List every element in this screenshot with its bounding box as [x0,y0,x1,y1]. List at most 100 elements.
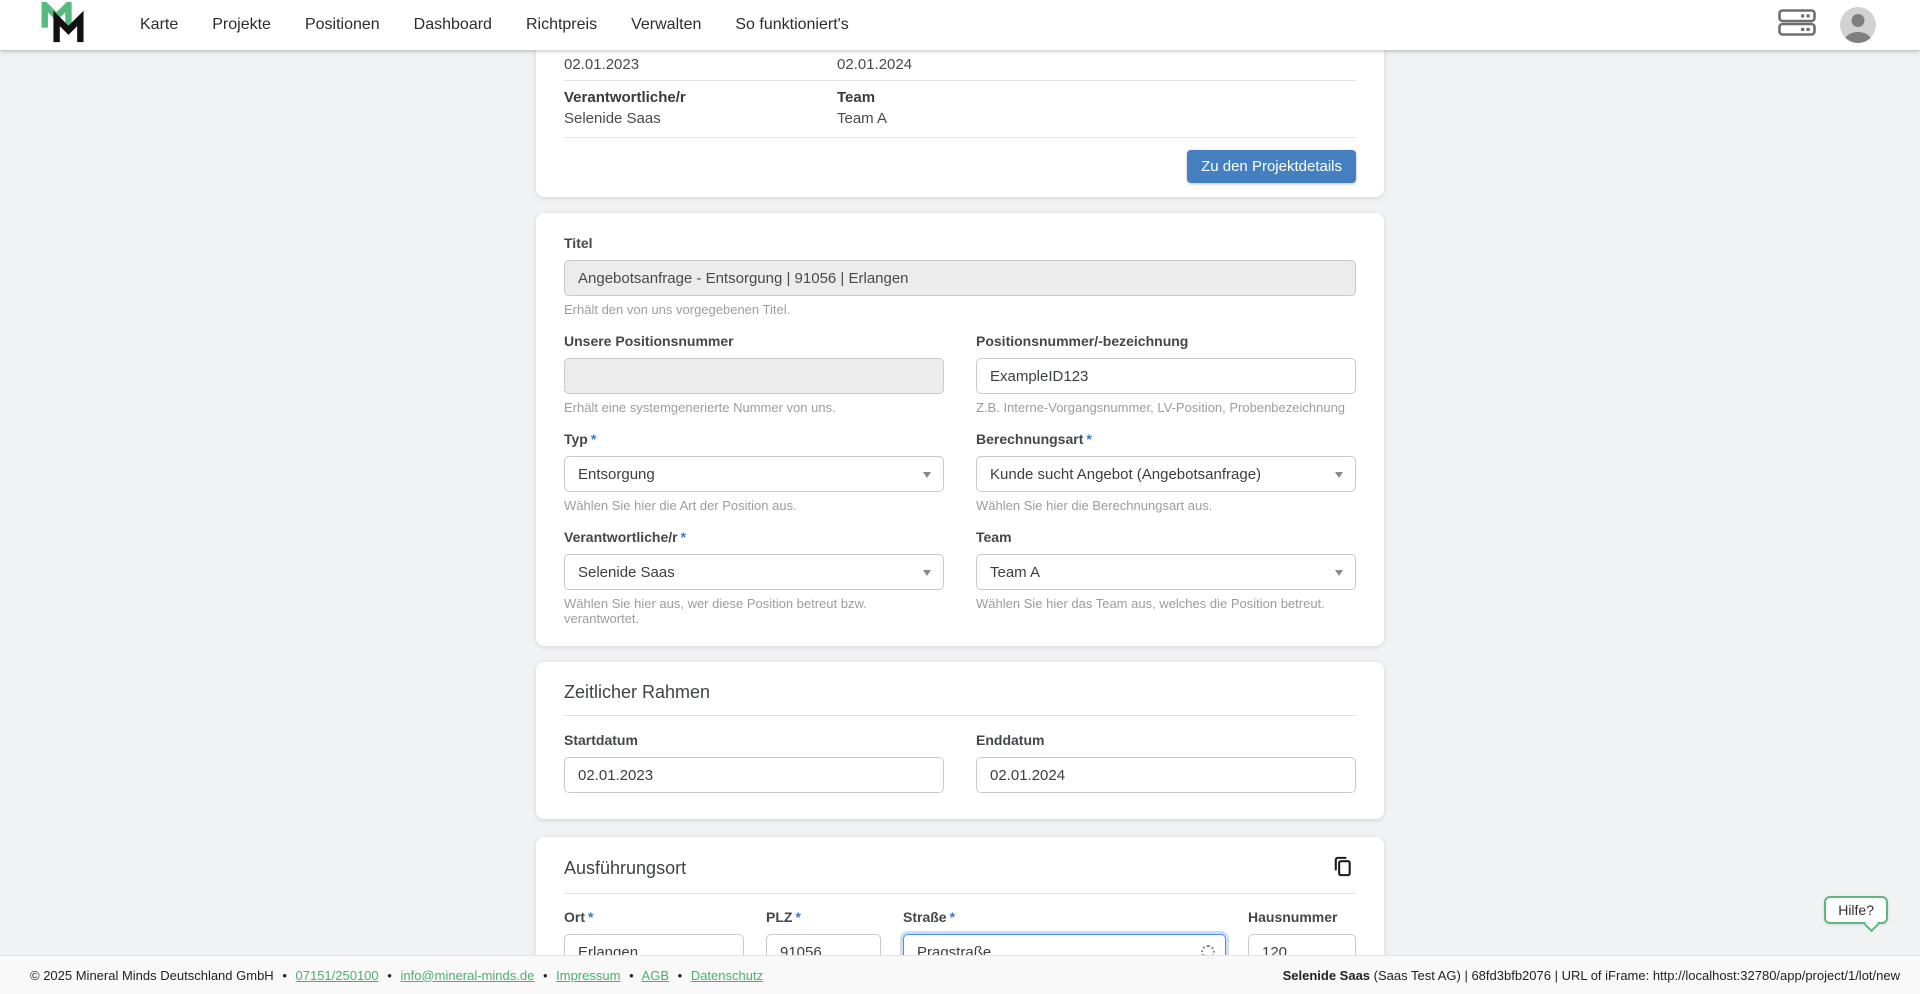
verantwortlicher-helper: Wählen Sie hier aus, wer diese Position … [564,596,944,626]
footer-phone-link[interactable]: 07151/250100 [296,968,379,983]
footer-user-name: Selenide Saas [1283,968,1370,983]
nav-item-so-funktionierts[interactable]: So funktioniert's [735,16,848,34]
position-form-card: Titel Erhält den von uns vorgegebenen Ti… [536,213,1384,646]
our-number-label: Unsere Positionsnummer [564,333,944,349]
team-helper: Wählen Sie hier das Team aus, welches di… [976,596,1356,611]
footer-session-details: (Saas Test AG) | 68fd3bfb2076 | URL of i… [1370,968,1900,983]
startdatum-field-group: Startdatum [564,732,944,793]
required-asterisk: * [588,909,593,925]
page-content: 02.01.2023 02.01.2024 Verantwortliche/r … [0,50,1920,955]
berechnungsart-select-value: Kunde sucht Angebot (Angebotsanfrage) [990,466,1261,483]
berechnungsart-label: Berechnungsart* [976,431,1356,447]
titel-input [564,260,1356,296]
navbar-right-icons [1778,7,1876,43]
nav-item-richtpreis[interactable]: Richtpreis [526,16,597,34]
verantwortlicher-label: Verantwortliche/r* [564,529,944,545]
titel-field-group: Titel Erhält den von uns vorgegebenen Ti… [564,235,1356,317]
typ-select[interactable]: Entsorgung [564,456,944,492]
footer-impressum-link[interactable]: Impressum [556,968,620,983]
startdatum-input[interactable] [564,757,944,793]
project-end-date: 02.01.2024 [837,56,1356,73]
plz-label: PLZ* [766,909,881,925]
enddatum-field-group: Enddatum [976,732,1356,793]
plz-field-group: PLZ* [766,909,881,955]
team-select-value: Team A [990,564,1040,581]
required-asterisk: * [681,529,686,545]
footer-agb-link[interactable]: AGB [642,968,669,983]
hausnummer-input[interactable] [1248,934,1356,955]
typ-helper: Wählen Sie hier die Art der Position aus… [564,498,944,513]
position-number-helper: Z.B. Interne-Vorgangsnummer, LV-Position… [976,400,1356,415]
enddatum-input[interactable] [976,757,1356,793]
position-number-field-group: Positionsnummer/-bezeichnung Z.B. Intern… [976,333,1356,415]
team-select[interactable]: Team A [976,554,1356,590]
help-button[interactable]: Hilfe? [1824,896,1888,924]
our-number-field-group: Unsere Positionsnummer Erhält eine syste… [564,333,944,415]
project-team-label: Team [837,89,1356,106]
strasse-field-group: Straße* [903,909,1226,955]
project-responsible-label: Verantwortliche/r [564,89,837,106]
nav-item-dashboard[interactable]: Dashboard [414,16,492,34]
user-avatar[interactable] [1840,7,1876,43]
position-number-input[interactable] [976,358,1356,394]
timeframe-heading: Zeitlicher Rahmen [564,682,1356,716]
page-footer: © 2025 Mineral Minds Deutschland GmbH • … [0,955,1920,994]
titel-label: Titel [564,235,1356,251]
team-field-group: Team Team A Wählen Sie hier das Team aus… [976,529,1356,626]
verantwortlicher-select-value: Selenide Saas [578,564,675,581]
nav-item-projekte[interactable]: Projekte [212,16,271,34]
berechnungsart-helper: Wählen Sie hier die Berechnungsart aus. [976,498,1356,513]
typ-field-group: Typ* Entsorgung Wählen Sie hier die Art … [564,431,944,513]
location-card: Ausführungsort Ort* [536,837,1384,955]
strasse-label: Straße* [903,909,1226,925]
position-number-label: Positionsnummer/-bezeichnung [976,333,1356,349]
nav-item-verwalten[interactable]: Verwalten [631,16,701,34]
plz-input[interactable] [766,934,881,955]
ort-field-group: Ort* [564,909,744,955]
footer-datenschutz-link[interactable]: Datenschutz [691,968,763,983]
mm-logo-icon [40,2,86,49]
copyright-text: © 2025 Mineral Minds Deutschland GmbH [30,968,274,983]
project-summary-card: 02.01.2023 02.01.2024 Verantwortliche/r … [536,50,1384,197]
help-button-label: Hilfe? [1838,902,1874,918]
loading-spinner-icon [1201,945,1215,955]
verantwortlicher-field-group: Verantwortliche/r* Selenide Saas Wählen … [564,529,944,626]
strasse-input[interactable] [903,934,1226,955]
enddatum-label: Enddatum [976,732,1356,748]
location-heading: Ausführungsort [564,858,686,879]
server-icon[interactable] [1778,9,1816,41]
project-start-date: 02.01.2023 [564,56,837,73]
ort-label: Ort* [564,909,744,925]
main-navigation: Karte Projekte Positionen Dashboard Rich… [140,16,849,34]
required-asterisk: * [1086,431,1091,447]
project-team-value: Team A [837,110,1356,127]
avatar-body-shape [1845,32,1871,43]
mineral-minds-logo[interactable] [40,2,86,49]
top-navbar: Karte Projekte Positionen Dashboard Rich… [0,0,1920,50]
titel-helper: Erhält den von uns vorgegebenen Titel. [564,302,1356,317]
project-details-button[interactable]: Zu den Projektdetails [1187,150,1356,183]
team-label: Team [976,529,1356,545]
typ-label: Typ* [564,431,944,447]
hausnummer-field-group: Hausnummer [1248,909,1356,955]
our-number-helper: Erhält eine systemgenerierte Nummer von … [564,400,944,415]
footer-email-link[interactable]: info@mineral-minds.de [400,968,534,983]
berechnungsart-select[interactable]: Kunde sucht Angebot (Angebotsanfrage) [976,456,1356,492]
ort-input[interactable] [564,934,744,955]
startdatum-label: Startdatum [564,732,944,748]
avatar-head-shape [1852,14,1865,27]
hausnummer-label: Hausnummer [1248,909,1356,925]
copy-icon [1331,855,1354,881]
verantwortlicher-select[interactable]: Selenide Saas [564,554,944,590]
typ-select-value: Entsorgung [578,466,655,483]
nav-item-karte[interactable]: Karte [140,16,178,34]
berechnungsart-field-group: Berechnungsart* Kunde sucht Angebot (Ang… [976,431,1356,513]
required-asterisk: * [795,909,800,925]
required-asterisk: * [950,909,955,925]
project-responsible-value: Selenide Saas [564,110,837,127]
nav-item-positionen[interactable]: Positionen [305,16,380,34]
footer-legal: © 2025 Mineral Minds Deutschland GmbH • … [30,968,763,983]
timeframe-card: Zeitlicher Rahmen Startdatum Enddatum [536,662,1384,819]
copy-location-button[interactable] [1329,853,1356,883]
required-asterisk: * [591,431,596,447]
